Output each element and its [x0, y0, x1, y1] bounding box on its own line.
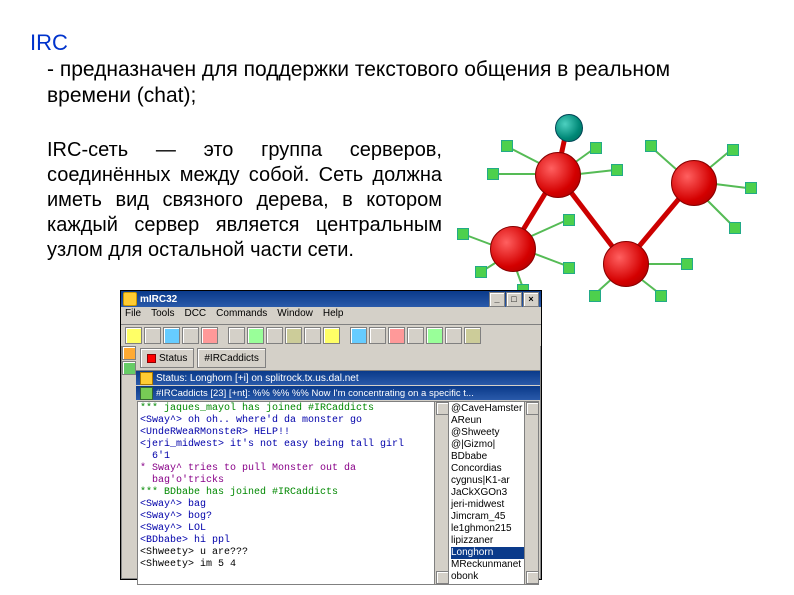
window-title: mIRC32 [140, 294, 177, 305]
server-node-red [490, 226, 536, 272]
toolbar-button[interactable] [464, 327, 481, 344]
chat-line: <jeri_midwest> it's not easy being tall … [140, 439, 446, 451]
status-line: Status: Longhorn [+i] on splitrock.tx.us… [136, 371, 540, 385]
toolbar-button[interactable] [201, 327, 218, 344]
client-node [745, 182, 757, 194]
menu-item[interactable]: Help [323, 308, 344, 319]
client-node [681, 258, 693, 270]
server-node-red [671, 160, 717, 206]
window-tab[interactable]: #IRCaddicts [197, 348, 265, 368]
maximize-button[interactable]: □ [506, 292, 522, 307]
client-node [589, 290, 601, 302]
server-node-red [535, 152, 581, 198]
chat-line: <BDbabe> hi ppl [140, 535, 446, 547]
toolbar-button[interactable] [182, 327, 199, 344]
toolbar-button[interactable] [285, 327, 302, 344]
toolbar-button[interactable] [304, 327, 321, 344]
chat-line: <UndeRWeaRMonsteR> HELP!! [140, 427, 446, 439]
menubar[interactable]: File Tools DCC Commands Window Help [121, 307, 541, 325]
chat-line: <Shweety> u are??? [140, 547, 446, 559]
server-node-red [603, 241, 649, 287]
scrollbar[interactable] [434, 402, 448, 584]
left-icon[interactable] [122, 346, 136, 360]
chat-line: <Sway^> bag [140, 499, 446, 511]
chat-line: * Sway^ tries to pull Monster out da [140, 463, 446, 475]
menu-item[interactable]: File [125, 308, 141, 319]
toolbar-button[interactable] [407, 327, 424, 344]
toolbar-button[interactable] [426, 327, 443, 344]
status-icon [140, 372, 153, 385]
menu-item[interactable]: DCC [184, 308, 206, 319]
chat-line: <Sway^> bog? [140, 511, 446, 523]
chat-line: <Sway^> LOL [140, 523, 446, 535]
toolbar-button[interactable] [266, 327, 283, 344]
channel-header-text: #IRCaddicts [23] [+nt]: %% %% %% Now I'm… [156, 388, 474, 399]
client-node [475, 266, 487, 278]
chat-line: bag'o'tricks [140, 475, 446, 487]
chat-line: *** jaques_mayol has joined #IRCaddicts [140, 403, 446, 415]
client-node [645, 140, 657, 152]
client-node [487, 168, 499, 180]
titlebar[interactable]: mIRC32 _ □ × [121, 291, 541, 307]
toolbar-button[interactable] [350, 327, 367, 344]
toolbar-button[interactable] [388, 327, 405, 344]
channel-header: #IRCaddicts [23] [+nt]: %% %% %% Now I'm… [136, 386, 540, 400]
client-node [729, 222, 741, 234]
minimize-button[interactable]: _ [489, 292, 505, 307]
client-node [655, 290, 667, 302]
chat-log[interactable]: *** jaques_mayol has joined #IRCaddicts<… [138, 402, 449, 584]
desc-purpose: - предназначен для поддержки текстового … [47, 57, 717, 110]
toolbar-button[interactable] [125, 327, 142, 344]
toolbar-button[interactable] [323, 327, 340, 344]
chat-line: <Shweety> im 5 4 [140, 559, 446, 571]
toolbar-button[interactable] [247, 327, 264, 344]
client-node [611, 164, 623, 176]
mirc-window: mIRC32 _ □ × File Tools DCC Commands Window H… [120, 290, 542, 580]
toolbar-button[interactable] [369, 327, 386, 344]
client-node [590, 142, 602, 154]
client-node [501, 140, 513, 152]
left-icon-column [122, 346, 135, 577]
desc-network: IRC-сеть — это группа серверов, соединён… [47, 138, 442, 263]
toolbar-button[interactable] [445, 327, 462, 344]
scrollbar[interactable] [524, 402, 538, 584]
heading-irc: IRC [30, 30, 68, 56]
app-icon [123, 292, 137, 306]
network-diagram [455, 108, 785, 308]
nick-list[interactable]: @CaveHamsterAReun@Shweety@|Gizmo|BDbabeC… [449, 402, 538, 584]
client-node [457, 228, 469, 240]
left-icon[interactable] [122, 361, 136, 375]
toolbar[interactable] [121, 325, 541, 347]
menu-item[interactable]: Window [277, 308, 313, 319]
status-text: Status: Longhorn [+i] on splitrock.tx.us… [156, 373, 359, 384]
toolbar-button[interactable] [163, 327, 180, 344]
chat-line: *** BDbabe has joined #IRCaddicts [140, 487, 446, 499]
menu-item[interactable]: Tools [151, 308, 174, 319]
close-button[interactable]: × [523, 292, 539, 307]
window-tab[interactable]: Status [140, 348, 194, 368]
chat-line: 6'1 [140, 451, 446, 463]
tabbar[interactable]: Status#IRCaddicts [136, 346, 540, 371]
channel-icon [140, 387, 153, 400]
toolbar-button[interactable] [144, 327, 161, 344]
chat-line: <Sway^> oh oh.. where'd da monster go [140, 415, 446, 427]
client-node [563, 214, 575, 226]
toolbar-button[interactable] [228, 327, 245, 344]
client-node [727, 144, 739, 156]
client-node [563, 262, 575, 274]
chat-area: *** jaques_mayol has joined #IRCaddicts<… [137, 401, 539, 585]
menu-item[interactable]: Commands [216, 308, 267, 319]
server-node-teal [555, 114, 583, 142]
